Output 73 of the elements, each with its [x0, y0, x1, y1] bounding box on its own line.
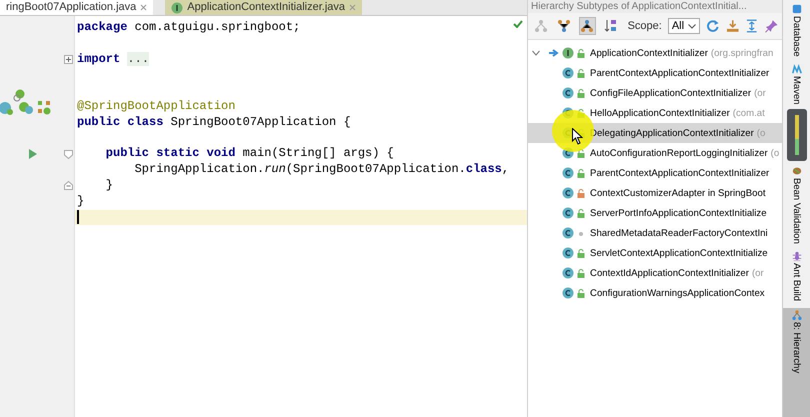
mouse-pointer-icon	[572, 128, 583, 145]
interface-icon	[171, 2, 184, 14]
class-icon	[562, 227, 574, 239]
package-hint: (com.at	[732, 108, 765, 118]
text-caret	[77, 210, 79, 224]
package-hint: (or	[752, 268, 764, 278]
tree-item[interactable]: ParentContextApplicationContextInitializer	[528, 63, 782, 83]
tool-window-tab[interactable]: Maven	[784, 62, 809, 106]
letter-m-icon	[792, 64, 802, 74]
code-line: SpringApplication.run(SpringBoot07Application.class,	[134, 162, 510, 178]
class-icon	[562, 287, 574, 299]
toolbar-button[interactable]	[578, 17, 596, 35]
class-icon	[562, 67, 574, 79]
subtypes-icon	[580, 19, 594, 33]
tree-item[interactable]: ParentContextApplicationContextInitializer	[528, 163, 782, 183]
download-icon[interactable]	[726, 19, 740, 33]
fold-marker-icon[interactable]	[64, 54, 73, 64]
file-tab[interactable]: ringBoot07Application.java	[0, 0, 154, 15]
code-line: }	[104, 178, 114, 194]
scope-label: Scope:	[628, 20, 662, 32]
close-icon[interactable]	[140, 4, 148, 11]
toolbar-button[interactable]	[555, 17, 573, 35]
code-line: public static void main(String[] args) {	[104, 146, 394, 162]
spring-beans-icon[interactable]	[0, 88, 52, 115]
code-line: }	[77, 194, 84, 210]
class-icon	[562, 247, 574, 259]
memory-gauge-icon	[786, 109, 807, 162]
tree-item[interactable]: SharedMetadataReaderFactoryContextIni	[528, 223, 782, 243]
expand-all-icon[interactable]	[745, 19, 759, 33]
class-icon	[562, 167, 574, 179]
bean-icon	[792, 166, 802, 176]
package-hint: (org.springfran	[710, 48, 774, 58]
run-icon[interactable]	[28, 149, 36, 160]
panel-title: Hierarchy Subtypes of ApplicationContextInitial...	[528, 0, 782, 13]
supertypes-icon	[557, 19, 572, 33]
interface-icon	[562, 47, 574, 59]
class-icon	[562, 207, 574, 219]
code-line: @SpringBootApplication	[77, 98, 236, 115]
code-line: import ...	[77, 52, 150, 68]
class-icon	[562, 267, 574, 279]
code-line: public class SpringBoot07Application {	[77, 114, 351, 131]
tree-item[interactable]: ApplicationContextInitializer (org.springfran	[528, 43, 782, 63]
fold-marker-icon[interactable]	[64, 181, 73, 190]
pin-icon[interactable]	[764, 19, 778, 33]
tree-item[interactable]: ConfigFileApplicationContextInitializer (or	[528, 83, 782, 103]
tool-window-tab[interactable]: Bean Validation	[784, 164, 809, 246]
tool-window-tab[interactable]: Ant Build	[784, 249, 809, 304]
check-icon	[513, 20, 524, 28]
type-hierarchy-icon	[534, 19, 548, 33]
tool-window-tab[interactable]: Database	[784, 2, 809, 59]
tree-item[interactable]: ServletContextApplicationContextInitialize	[528, 243, 782, 263]
refresh-icon[interactable]	[706, 19, 720, 33]
tree-item[interactable]: ServerPortInfoApplicationContextInitialize	[528, 203, 782, 223]
hierarchy-icon	[792, 310, 802, 320]
database-icon	[792, 4, 802, 14]
tool-window-tab[interactable]: 8: Hierarchy	[783, 308, 810, 417]
fold-marker-icon[interactable]	[64, 150, 73, 159]
sort-icon	[604, 19, 618, 33]
ant-icon	[792, 251, 802, 262]
package-hint: (or	[754, 88, 766, 98]
arrow-icon	[549, 49, 560, 57]
package-hint: (o	[770, 148, 780, 158]
class-icon	[562, 87, 574, 99]
tree-item[interactable]: ConfigurationWarningsApplicationContex	[528, 283, 782, 303]
scope-dropdown[interactable]: All	[668, 18, 700, 34]
tree-item[interactable]: ContextIdApplicationContextInitializer (or	[528, 263, 782, 283]
file-tab[interactable]: ApplicationContextInitializer.java	[165, 0, 362, 15]
class-icon	[562, 187, 574, 199]
package-hint: (o	[756, 128, 766, 138]
code-line: package com.atguigu.springboot;	[77, 20, 300, 36]
chevron-down-icon	[688, 24, 696, 28]
close-icon[interactable]	[349, 4, 356, 11]
tree-item[interactable]: ContextCustomizerAdapter in SpringBoot	[528, 183, 782, 203]
